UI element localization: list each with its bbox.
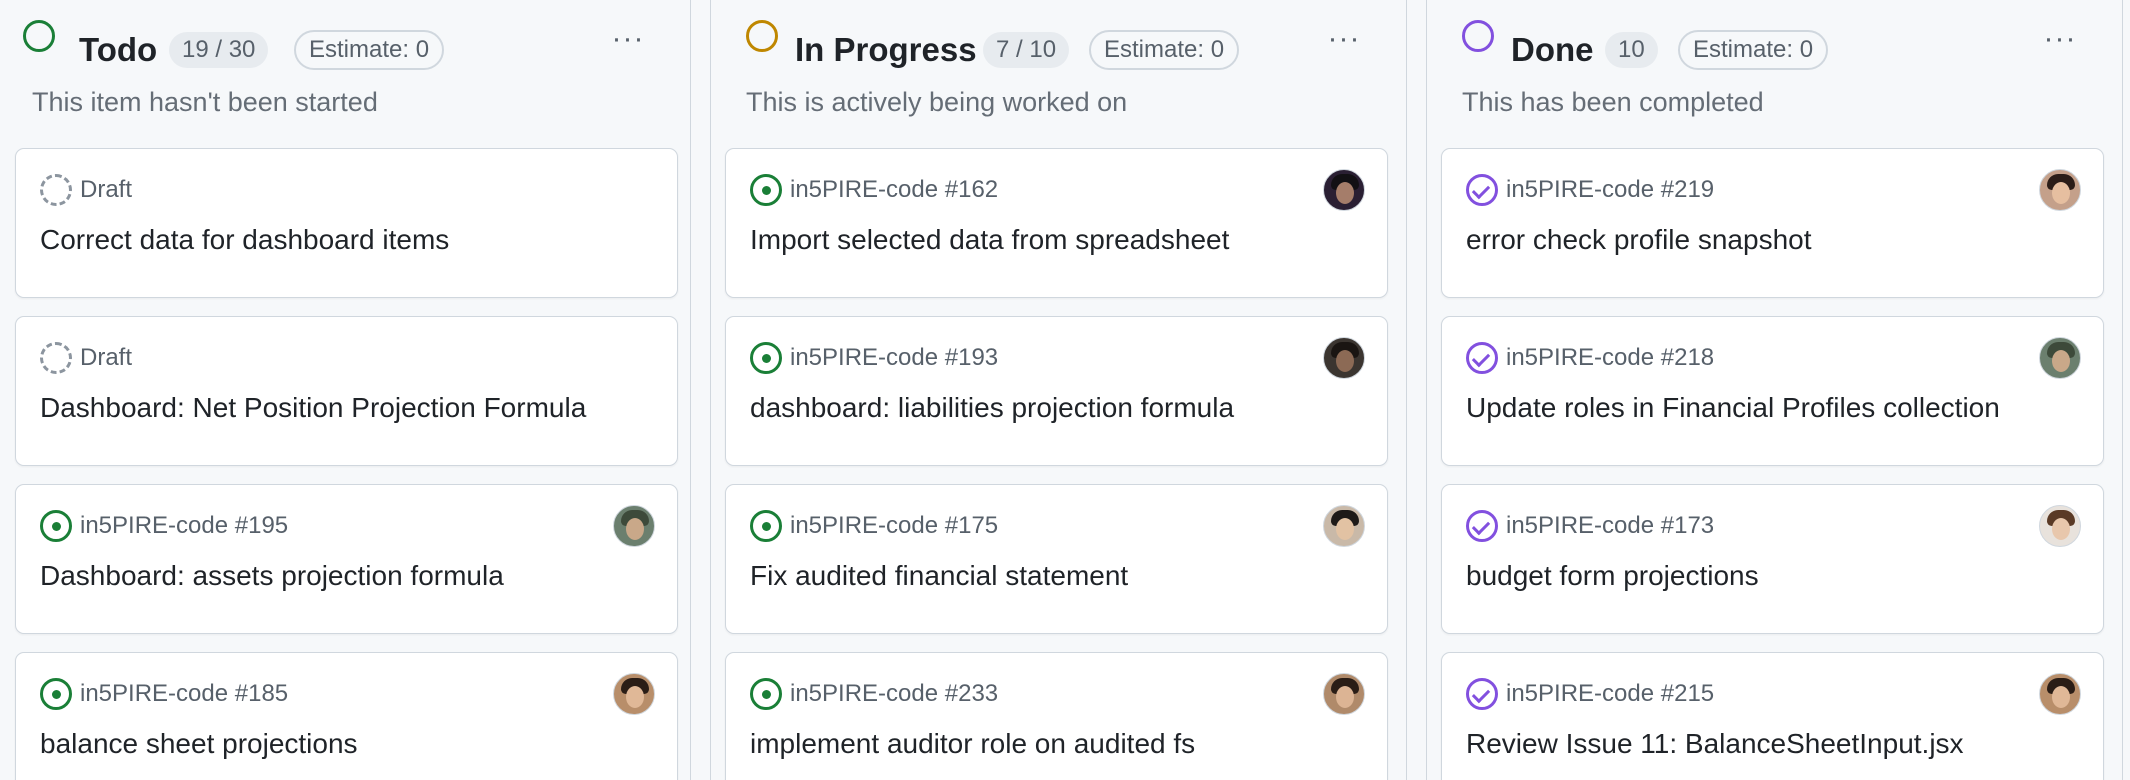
avatar-face — [1336, 686, 1354, 708]
card-reference[interactable]: in5PIRE-code #218 — [1506, 341, 1714, 375]
issue-closed-icon — [1466, 342, 1498, 374]
item-card[interactable]: in5PIRE-code #162 Import selected data fr… — [725, 148, 1388, 298]
card-reference[interactable]: in5PIRE-code #185 — [80, 677, 288, 711]
user-avatar[interactable] — [2039, 505, 2081, 547]
card-reference[interactable]: in5PIRE-code #233 — [790, 677, 998, 711]
column-title: Todo — [79, 31, 158, 68]
card-title[interactable]: Dashboard: Net Position Projection Formu… — [40, 389, 586, 427]
card-title[interactable]: Review Issue 11: BalanceSheetInput.jsx — [1466, 725, 1964, 763]
card-title[interactable]: error check profile snapshot — [1466, 221, 1812, 259]
column-menu-button[interactable]: ··· — [608, 24, 648, 58]
item-card[interactable]: in5PIRE-code #175 Fix audited financial s… — [725, 484, 1388, 634]
card-reference[interactable]: in5PIRE-code #219 — [1506, 173, 1714, 207]
column-description: This has been completed — [1462, 87, 1764, 117]
card-reference[interactable]: in5PIRE-code #193 — [790, 341, 998, 375]
column-in-progress: In Progress 7 / 10 Estimate: 0 ··· This … — [710, 0, 1407, 780]
card-reference: Draft — [80, 344, 133, 371]
issue-open-icon — [750, 510, 782, 542]
column-header: In Progress 7 / 10 Estimate: 0 ··· This … — [711, 0, 1406, 140]
item-count-badge: 19 / 30 — [169, 32, 269, 68]
card-title[interactable]: Fix audited financial statement — [750, 557, 1128, 595]
user-avatar[interactable] — [1323, 169, 1365, 211]
user-avatar[interactable] — [613, 505, 655, 547]
card-reference[interactable]: in5PIRE-code #195 — [80, 509, 288, 543]
user-avatar[interactable] — [1323, 505, 1365, 547]
column-header: Done 10 Estimate: 0 ··· This has been co… — [1427, 0, 2122, 140]
user-avatar[interactable] — [2039, 169, 2081, 211]
card-reference[interactable]: in5PIRE-code #215 — [1506, 677, 1714, 711]
user-avatar[interactable] — [2039, 337, 2081, 379]
card-title[interactable]: balance sheet projections — [40, 725, 358, 763]
issue-closed-icon — [1466, 174, 1498, 206]
column-title: Done — [1511, 31, 1594, 68]
card-reference[interactable]: in5PIRE-code #175 — [790, 509, 998, 543]
column-title: In Progress — [795, 31, 977, 68]
avatar-face — [626, 686, 644, 708]
card-title[interactable]: Dashboard: assets projection formula — [40, 557, 504, 595]
avatar-face — [1336, 350, 1354, 372]
item-card[interactable]: in5PIRE-code #185 balance sheet projectio… — [15, 652, 678, 780]
item-count-badge: 7 / 10 — [983, 32, 1070, 68]
item-card[interactable]: in5PIRE-code #218 Update roles in Financi… — [1441, 316, 2104, 466]
avatar-face — [2052, 350, 2070, 372]
column-menu-button[interactable]: ··· — [1324, 24, 1364, 58]
issue-open-icon — [40, 510, 72, 542]
item-card[interactable]: Draft Correct data for dashboard items — [15, 148, 678, 298]
in-progress-status-icon — [746, 20, 778, 52]
avatar-face — [2052, 518, 2070, 540]
user-avatar[interactable] — [613, 673, 655, 715]
column-menu-button[interactable]: ··· — [2040, 24, 2080, 58]
avatar-face — [626, 518, 644, 540]
card-title[interactable]: Import selected data from spreadsheet — [750, 221, 1229, 259]
item-card[interactable]: in5PIRE-code #195 Dashboard: assets proje… — [15, 484, 678, 634]
estimate-badge: Estimate: 0 — [294, 30, 445, 70]
item-card[interactable]: in5PIRE-code #215 Review Issue 11: Balanc… — [1441, 652, 2104, 780]
done-status-icon — [1462, 20, 1494, 52]
item-count-badge: 10 — [1605, 32, 1658, 68]
draft-icon — [40, 342, 72, 374]
avatar-face — [2052, 182, 2070, 204]
card-title[interactable]: budget form projections — [1466, 557, 1759, 595]
estimate-badge: Estimate: 0 — [1678, 30, 1829, 70]
item-card[interactable]: Draft Dashboard: Net Position Projection … — [15, 316, 678, 466]
issue-closed-icon — [1466, 510, 1498, 542]
column-description: This is actively being worked on — [746, 87, 1128, 117]
card-reference[interactable]: in5PIRE-code #162 — [790, 173, 998, 207]
column-done: Done 10 Estimate: 0 ··· This has been co… — [1426, 0, 2123, 780]
column-header: Todo 19 / 30 Estimate: 0 ··· This item h… — [0, 0, 690, 140]
item-card[interactable]: in5PIRE-code #173 budget form projections — [1441, 484, 2104, 634]
card-reference[interactable]: in5PIRE-code #173 — [1506, 509, 1714, 543]
issue-open-icon — [750, 678, 782, 710]
user-avatar[interactable] — [1323, 673, 1365, 715]
issue-closed-icon — [1466, 678, 1498, 710]
issue-open-icon — [750, 342, 782, 374]
card-title[interactable]: implement auditor role on audited fs — [750, 725, 1195, 763]
avatar-face — [2052, 686, 2070, 708]
user-avatar[interactable] — [2039, 673, 2081, 715]
column-description: This item hasn't been started — [32, 87, 378, 117]
item-card[interactable]: in5PIRE-code #219 error check profile sna… — [1441, 148, 2104, 298]
item-card[interactable]: in5PIRE-code #233 implement auditor role … — [725, 652, 1388, 780]
draft-icon — [40, 174, 72, 206]
avatar-face — [1336, 182, 1354, 204]
user-avatar[interactable] — [1323, 337, 1365, 379]
issue-open-icon — [40, 678, 72, 710]
card-title[interactable]: Correct data for dashboard items — [40, 221, 449, 259]
issue-open-icon — [750, 174, 782, 206]
item-card[interactable]: in5PIRE-code #193 dashboard: liabilities … — [725, 316, 1388, 466]
estimate-badge: Estimate: 0 — [1089, 30, 1240, 70]
avatar-face — [1336, 518, 1354, 540]
todo-status-icon — [23, 20, 55, 52]
card-title[interactable]: Update roles in Financial Profiles colle… — [1466, 389, 2000, 427]
column-todo: Todo 19 / 30 Estimate: 0 ··· This item h… — [0, 0, 691, 780]
card-title[interactable]: dashboard: liabilities projection formul… — [750, 389, 1234, 427]
card-reference: Draft — [80, 176, 133, 203]
